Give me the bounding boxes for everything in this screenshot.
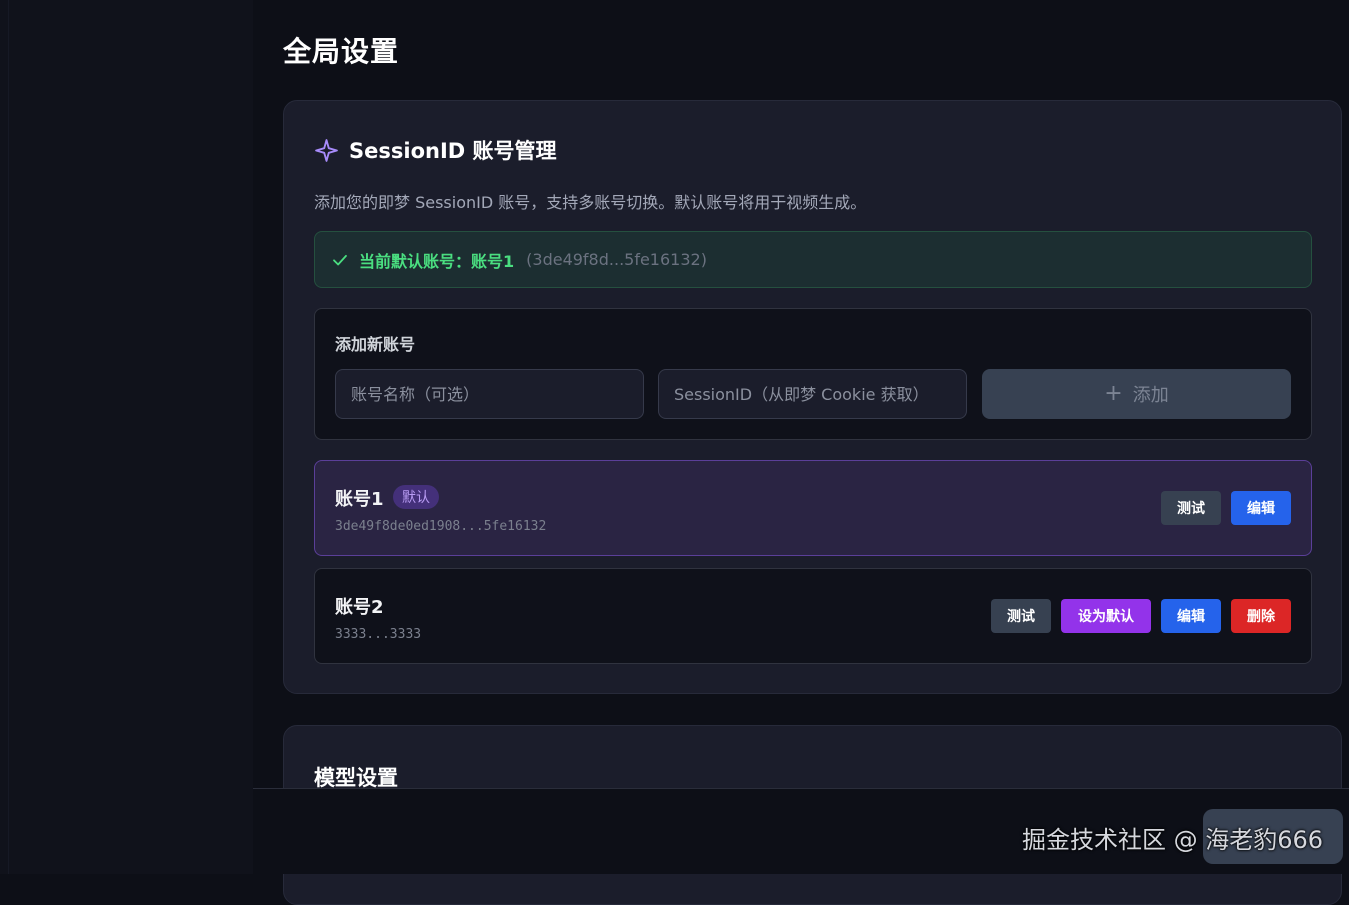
account-name: 账号1 <box>335 489 384 510</box>
delete-button[interactable]: 删除 <box>1231 599 1291 633</box>
account-name: 账号2 <box>335 597 384 618</box>
page-title: 全局设置 <box>283 35 400 68</box>
add-account-form: 添加新账号 + 添加 <box>314 308 1312 440</box>
test-button[interactable]: 测试 <box>1161 491 1221 525</box>
add-button-label: 添加 <box>1132 385 1169 406</box>
card-description: 添加您的即梦 SessionID 账号，支持多账号切换。默认账号将用于视频生成。 <box>314 193 867 212</box>
account-name-input[interactable] <box>335 369 644 419</box>
default-badge: 默认 <box>393 485 439 509</box>
test-button[interactable]: 测试 <box>991 599 1051 633</box>
add-account-button[interactable]: + 添加 <box>982 369 1291 419</box>
account-item-1: 账号1 默认 3de49f8de0ed1908...5fe16132 测试 编辑 <box>314 460 1312 556</box>
card-header: SessionID 账号管理 <box>314 135 557 165</box>
session-account-card: SessionID 账号管理 添加您的即梦 SessionID 账号，支持多账号… <box>283 100 1342 694</box>
sidebar-edge <box>8 0 9 874</box>
account-sessionid: 3333...3333 <box>335 627 422 642</box>
edit-button[interactable]: 编辑 <box>1161 599 1221 633</box>
account-sessionid: 3de49f8de0ed1908...5fe16132 <box>335 519 547 534</box>
watermark: 掘金技术社区 @ 海老豹666 <box>1022 826 1324 854</box>
set-default-button[interactable]: 设为默认 <box>1061 599 1151 633</box>
card-title: SessionID 账号管理 <box>349 139 557 163</box>
edit-button[interactable]: 编辑 <box>1231 491 1291 525</box>
default-account-banner: 当前默认账号：账号1 (3de49f8d...5fe16132) <box>314 231 1312 288</box>
default-account-label: 当前默认账号：账号1 <box>359 251 515 271</box>
sessionid-input[interactable] <box>658 369 967 419</box>
account-item-2: 账号2 3333...3333 测试 设为默认 编辑 删除 <box>314 568 1312 664</box>
plus-icon: + <box>1104 381 1123 406</box>
default-account-id: (3de49f8d...5fe16132) <box>526 250 707 269</box>
add-account-title: 添加新账号 <box>335 335 416 354</box>
check-icon <box>333 254 347 265</box>
left-sidebar <box>0 0 253 874</box>
sparkle-icon <box>315 138 338 162</box>
